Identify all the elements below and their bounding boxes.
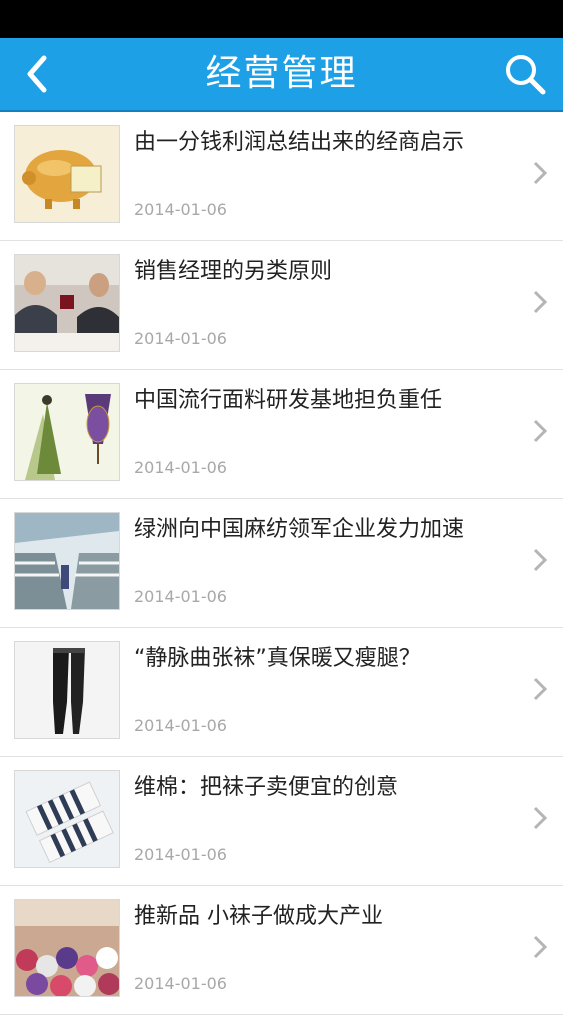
article-date: 2014-01-06: [134, 587, 227, 606]
thumbnail-image: [14, 899, 120, 997]
thumbnail-image: [14, 254, 120, 352]
article-date: 2014-01-06: [134, 458, 227, 477]
chevron-right-icon: [533, 161, 548, 185]
article-title: 中国流行面料研发基地担负重任: [134, 388, 443, 413]
article-date: 2014-01-06: [134, 845, 227, 864]
search-icon: [506, 55, 546, 95]
chevron-right-icon: [533, 290, 548, 314]
chevron-right-icon: [533, 806, 548, 830]
chevron-right-icon: [533, 935, 548, 959]
article-date: 2014-01-06: [134, 200, 227, 219]
thumbnail-image: [14, 125, 120, 223]
chevron-right-icon: [533, 677, 548, 701]
thumbnail-image: [14, 512, 120, 610]
list-item[interactable]: 推新品 小袜子做成大产业 2014-01-06: [0, 886, 563, 1015]
thumbnail-image: [14, 641, 120, 739]
header-bar: 经营管理: [0, 38, 563, 112]
list-item[interactable]: 中国流行面料研发基地担负重任 2014-01-06: [0, 370, 563, 499]
list-item[interactable]: “静脉曲张袜”真保暖又瘦腿？ 2014-01-06: [0, 628, 563, 757]
article-title: “静脉曲张袜”真保暖又瘦腿？: [134, 646, 421, 671]
article-date: 2014-01-06: [134, 329, 227, 348]
article-date: 2014-01-06: [134, 974, 227, 993]
chevron-right-icon: [533, 419, 548, 443]
thumbnail-image: [14, 383, 120, 481]
article-title: 维棉：把袜子卖便宜的创意: [134, 775, 399, 800]
article-date: 2014-01-06: [134, 716, 227, 735]
list-item[interactable]: 维棉：把袜子卖便宜的创意 2014-01-06: [0, 757, 563, 886]
status-bar: [0, 0, 563, 38]
article-title: 由一分钱利润总结出来的经商启示: [134, 130, 465, 155]
article-list: 由一分钱利润总结出来的经商启示 2014-01-06 销售经理的另类原则 201…: [0, 112, 563, 1015]
thumbnail-image: [14, 770, 120, 868]
search-button[interactable]: [503, 52, 547, 96]
page-title: 经营管理: [205, 53, 358, 94]
article-title: 推新品 小袜子做成大产业: [134, 904, 383, 929]
list-item[interactable]: 由一分钱利润总结出来的经商启示 2014-01-06: [0, 112, 563, 241]
chevron-right-icon: [533, 548, 548, 572]
article-title: 绿洲向中国麻纺领军企业发力加速: [134, 517, 465, 542]
list-item[interactable]: 绿洲向中国麻纺领军企业发力加速 2014-01-06: [0, 499, 563, 628]
list-item[interactable]: 销售经理的另类原则 2014-01-06: [0, 241, 563, 370]
article-title: 销售经理的另类原则: [134, 259, 333, 284]
